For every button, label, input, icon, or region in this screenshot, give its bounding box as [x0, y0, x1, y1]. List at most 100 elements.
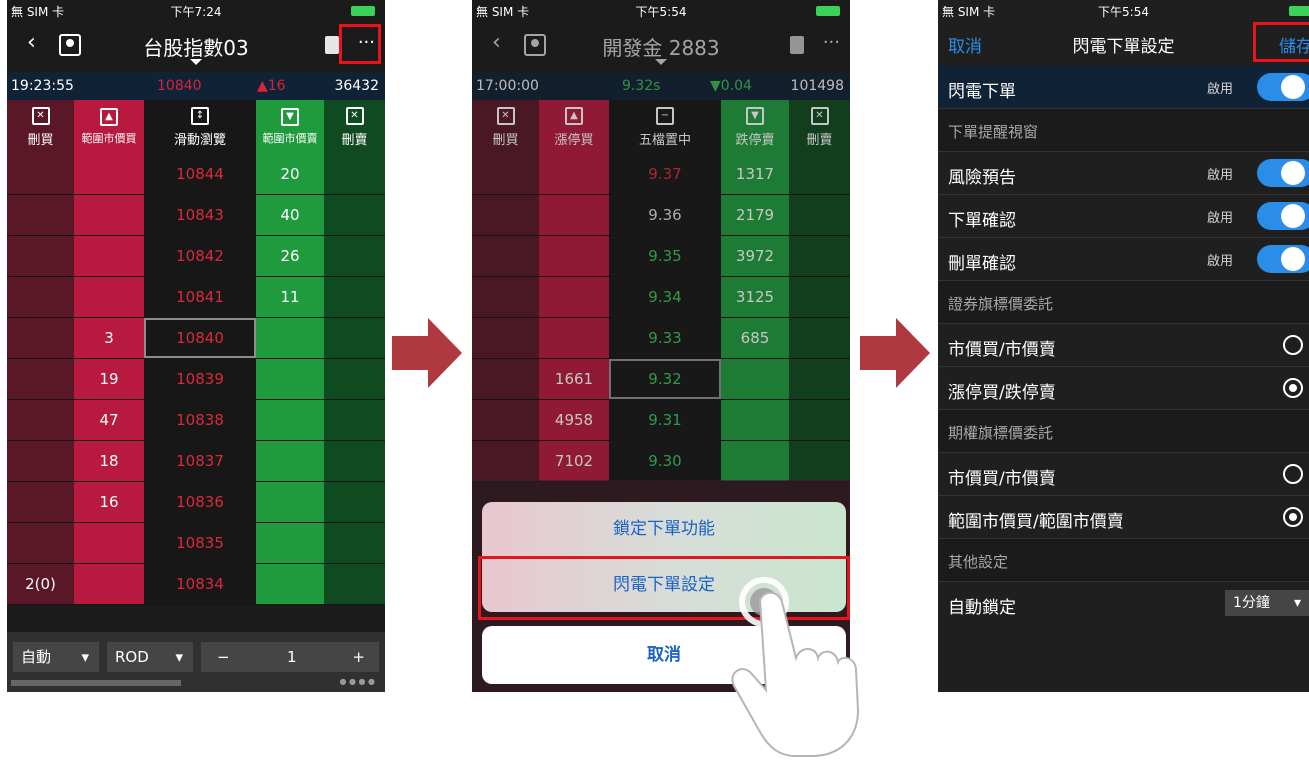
- sell-cell[interactable]: [256, 564, 324, 604]
- sell-cell[interactable]: [256, 318, 324, 358]
- delete-buy-cell[interactable]: [472, 441, 539, 481]
- delete-buy-cell[interactable]: [7, 154, 74, 194]
- buy-cell[interactable]: 1661: [539, 359, 609, 399]
- buy-cell[interactable]: [539, 318, 609, 358]
- delete-buy-cell[interactable]: [472, 318, 539, 358]
- option-option-range[interactable]: 範圍市價買/範圍市價賣: [938, 496, 1309, 539]
- delete-buy-cell[interactable]: 2(0): [7, 564, 74, 604]
- clipboard-icon[interactable]: [790, 36, 804, 54]
- buy-cell[interactable]: 18: [74, 441, 144, 481]
- more-icon[interactable]: ···: [823, 32, 840, 53]
- risk-warning-toggle[interactable]: [1257, 159, 1309, 187]
- delete-sell-cell[interactable]: [324, 400, 385, 440]
- plus-icon[interactable]: +: [352, 642, 365, 672]
- delete-buy-cell[interactable]: [7, 482, 74, 522]
- delete-sell-cell[interactable]: [789, 359, 850, 399]
- clipboard-icon[interactable]: [325, 36, 339, 54]
- header-limit-up-buy[interactable]: ▲ 漲停買: [539, 100, 609, 154]
- sell-cell[interactable]: [721, 400, 789, 440]
- delete-buy-cell[interactable]: [7, 523, 74, 563]
- sell-cell[interactable]: 11: [256, 277, 324, 317]
- chevron-down-icon[interactable]: [190, 59, 202, 65]
- delete-sell-cell[interactable]: [324, 277, 385, 317]
- lock-order-button[interactable]: 鎖定下單功能: [482, 502, 846, 557]
- price-cell[interactable]: 9.35: [609, 236, 721, 276]
- delete-buy-cell[interactable]: [7, 441, 74, 481]
- buy-cell[interactable]: [539, 236, 609, 276]
- price-cell[interactable]: 9.34: [609, 277, 721, 317]
- header-delete-sell[interactable]: ✕ 刪賣: [789, 100, 850, 154]
- buy-cell[interactable]: [74, 523, 144, 563]
- price-cell[interactable]: 9.30: [609, 441, 721, 481]
- delete-sell-cell[interactable]: [324, 359, 385, 399]
- delete-sell-cell[interactable]: [324, 564, 385, 604]
- radio-icon[interactable]: [1283, 335, 1303, 355]
- delete-buy-cell[interactable]: [7, 195, 74, 235]
- buy-cell[interactable]: 47: [74, 400, 144, 440]
- price-cell[interactable]: 10844: [144, 154, 256, 194]
- sell-cell[interactable]: [721, 359, 789, 399]
- header-delete-buy[interactable]: ✕ 刪買: [7, 100, 74, 154]
- header-delete-sell[interactable]: ✕ 刪賣: [324, 100, 385, 154]
- flash-order-toggle[interactable]: [1257, 73, 1309, 101]
- chevron-down-icon[interactable]: [655, 59, 667, 65]
- buy-cell[interactable]: [74, 236, 144, 276]
- delete-sell-cell[interactable]: [789, 195, 850, 235]
- delete-buy-cell[interactable]: [7, 400, 74, 440]
- price-cell[interactable]: 10839: [144, 359, 256, 399]
- radio-icon[interactable]: [1283, 464, 1303, 484]
- delete-buy-cell[interactable]: [472, 154, 539, 194]
- delete-buy-cell[interactable]: [472, 400, 539, 440]
- radio-selected-icon[interactable]: [1283, 378, 1303, 398]
- header-limit-down-sell[interactable]: ▼ 跌停賣: [721, 100, 789, 154]
- price-cell[interactable]: 10834: [144, 564, 256, 604]
- buy-cell[interactable]: 7102: [539, 441, 609, 481]
- delete-sell-cell[interactable]: [789, 400, 850, 440]
- delete-buy-cell[interactable]: [472, 236, 539, 276]
- delete-sell-cell[interactable]: [789, 441, 850, 481]
- price-cell[interactable]: 9.32: [609, 359, 721, 399]
- stock-option-market[interactable]: 市價買/市價賣: [938, 324, 1309, 367]
- minus-icon[interactable]: −: [217, 642, 230, 672]
- price-cell[interactable]: 10841: [144, 277, 256, 317]
- delete-sell-cell[interactable]: [789, 277, 850, 317]
- order-confirm-toggle[interactable]: [1257, 202, 1309, 230]
- delete-sell-cell[interactable]: [324, 441, 385, 481]
- price-cell[interactable]: 10843: [144, 195, 256, 235]
- buy-cell[interactable]: [74, 195, 144, 235]
- header-scroll-browse[interactable]: ↕ 滑動瀏覽: [144, 100, 256, 154]
- buy-cell[interactable]: [74, 154, 144, 194]
- buy-cell[interactable]: 3: [74, 318, 144, 358]
- delete-sell-cell[interactable]: [789, 236, 850, 276]
- delete-sell-cell[interactable]: [789, 154, 850, 194]
- order-type-select[interactable]: ROD ▾: [107, 642, 193, 672]
- buy-cell[interactable]: [539, 154, 609, 194]
- sell-cell[interactable]: 3125: [721, 277, 789, 317]
- buy-cell[interactable]: [74, 277, 144, 317]
- delete-confirm-toggle[interactable]: [1257, 245, 1309, 273]
- price-cell[interactable]: 9.31: [609, 400, 721, 440]
- quantity-stepper[interactable]: − 1 +: [201, 642, 379, 672]
- delete-buy-cell[interactable]: [7, 318, 74, 358]
- sell-cell[interactable]: [256, 359, 324, 399]
- buy-cell[interactable]: 4958: [539, 400, 609, 440]
- price-cell[interactable]: 10837: [144, 441, 256, 481]
- delete-sell-cell[interactable]: [789, 318, 850, 358]
- price-cell[interactable]: 10838: [144, 400, 256, 440]
- sell-cell[interactable]: [256, 400, 324, 440]
- delete-buy-cell[interactable]: [7, 277, 74, 317]
- sell-cell[interactable]: 26: [256, 236, 324, 276]
- sell-cell[interactable]: [721, 441, 789, 481]
- buy-cell[interactable]: [74, 564, 144, 604]
- buy-cell[interactable]: [539, 277, 609, 317]
- header-center-five[interactable]: − 五檔置中: [609, 100, 721, 154]
- delete-buy-cell[interactable]: [7, 236, 74, 276]
- sell-cell[interactable]: 685: [721, 318, 789, 358]
- delete-sell-cell[interactable]: [324, 482, 385, 522]
- price-cell[interactable]: 10835: [144, 523, 256, 563]
- delete-buy-cell[interactable]: [472, 277, 539, 317]
- delete-buy-cell[interactable]: [472, 195, 539, 235]
- delete-sell-cell[interactable]: [324, 236, 385, 276]
- buy-cell[interactable]: [539, 195, 609, 235]
- option-option-market[interactable]: 市價買/市價賣: [938, 453, 1309, 496]
